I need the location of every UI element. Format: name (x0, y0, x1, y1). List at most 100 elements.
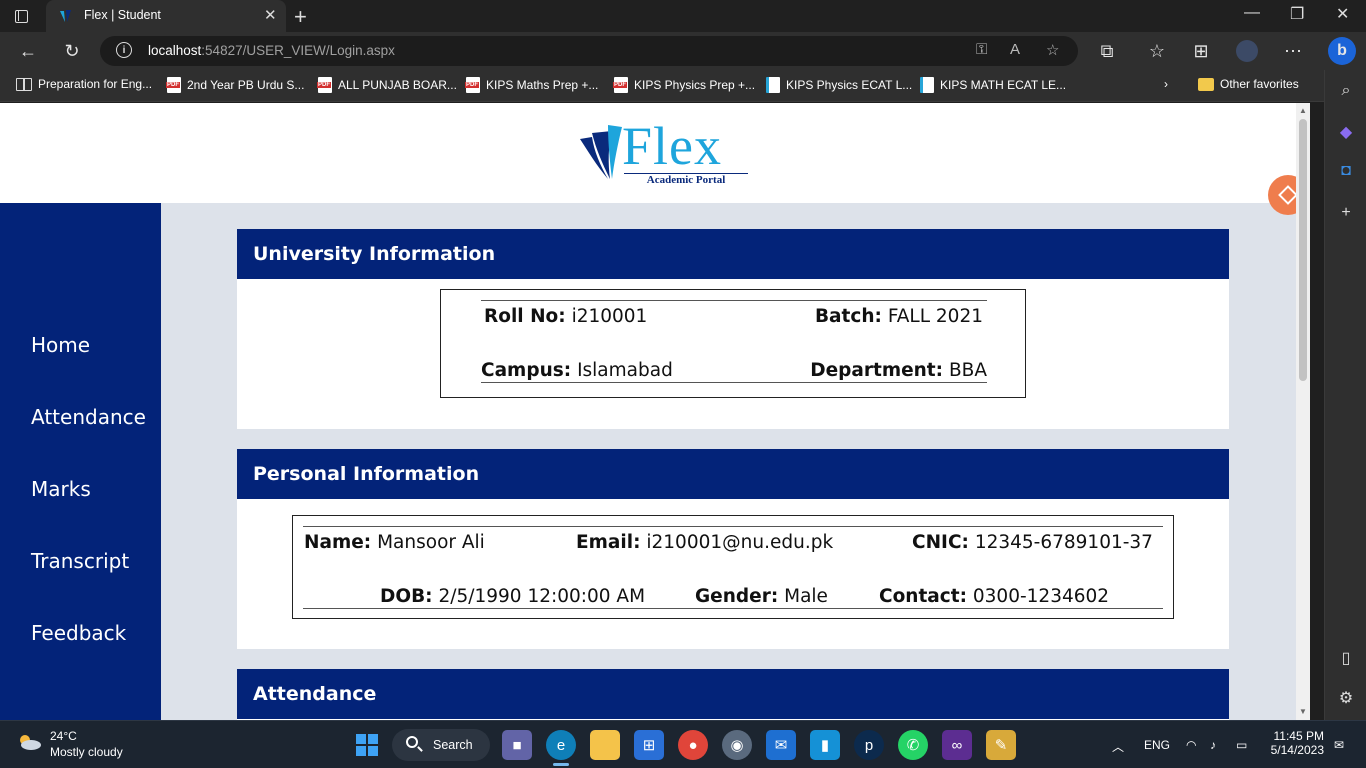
personal-info-heading: Personal Information (237, 449, 1229, 499)
doc-icon (920, 77, 934, 93)
email-field: Email: i210001@nu.edu.pk (576, 532, 834, 553)
divider (303, 526, 1163, 527)
favorites-bar: Preparation for Eng... 2nd Year PB Urdu … (0, 70, 1366, 102)
favorite-item[interactable]: 2nd Year PB Urdu S... (166, 77, 304, 93)
whatsapp-icon[interactable]: ✆ (898, 730, 928, 760)
flex-logo[interactable]: Flex Academic Portal (578, 116, 758, 189)
collections-icon[interactable]: ⊞ (1190, 40, 1212, 62)
nav-marks[interactable]: Marks (31, 477, 91, 501)
favorite-item[interactable]: Preparation for Eng... (16, 77, 152, 91)
pdf-icon (613, 77, 628, 93)
add-favorite-icon[interactable]: ☆ (1046, 41, 1059, 59)
tray-chevron-icon[interactable]: ︿ (1112, 738, 1124, 755)
restore-icon[interactable]: ❐ (1290, 4, 1304, 24)
campus-field: Campus: Islamabad (481, 360, 673, 381)
profile-avatar[interactable] (1236, 40, 1258, 62)
pdf-icon (166, 77, 181, 93)
logo-tagline: Academic Portal (624, 173, 748, 186)
favorite-item[interactable]: KIPS Maths Prep +... (465, 77, 598, 93)
browser-tab[interactable]: Flex | Student ✕ (46, 0, 286, 32)
more-options-icon[interactable]: ⋯ (1282, 40, 1304, 62)
media-player-icon[interactable]: ◉ (722, 730, 752, 760)
flex-logo-mark-icon (580, 125, 622, 179)
sidebar-add-icon[interactable]: + (1325, 204, 1366, 222)
notification-icon[interactable]: ✉ (1334, 738, 1344, 752)
battery-icon[interactable]: ▭ (1236, 738, 1247, 752)
wifi-icon[interactable]: ◠ (1186, 738, 1196, 752)
mail-icon[interactable]: ✉ (766, 730, 796, 760)
other-favorites[interactable]: Other favorites (1198, 77, 1299, 91)
batch-field: Batch: FALL 2021 (814, 306, 983, 327)
language-indicator[interactable]: ENG (1144, 738, 1170, 752)
flex-favicon-icon (60, 10, 71, 22)
edge-icon[interactable]: e (546, 730, 576, 760)
system-clock[interactable]: 11:45 PM 5/14/2023 (1262, 729, 1324, 757)
key-icon[interactable]: ⚿ (976, 41, 987, 58)
page-scrollbar[interactable]: ▲ ▼ (1296, 103, 1310, 720)
extensions-icon[interactable]: ⧉ (1096, 40, 1118, 62)
teams-icon[interactable]: ■ (502, 730, 532, 760)
file-explorer-icon[interactable] (590, 730, 620, 760)
nav-home[interactable]: Home (31, 333, 90, 357)
favorites-overflow-chevron-icon[interactable]: › (1164, 77, 1168, 91)
bing-chat-icon[interactable]: b (1328, 37, 1356, 65)
nav-feedback[interactable]: Feedback (31, 621, 126, 645)
windows-taskbar: 24°C Mostly cloudy Search ■ e ⊞ ● ◉ ✉ ▮ … (0, 720, 1366, 768)
nav-attendance[interactable]: Attendance (31, 405, 146, 429)
desktop-app-icon[interactable]: ▮ (810, 730, 840, 760)
sidebar-copilot-icon[interactable]: ◆ (1325, 122, 1366, 142)
temperature: 24°C (50, 729, 77, 743)
cloud-sun-icon (20, 735, 41, 750)
scrollbar-thumb[interactable] (1299, 119, 1307, 381)
new-tab-icon[interactable]: + (294, 4, 307, 30)
refresh-icon[interactable]: ↻ (61, 40, 83, 62)
divider (481, 300, 987, 301)
read-aloud-icon[interactable]: A (1010, 41, 1020, 58)
sidebar-outlook-icon[interactable]: ◘ (1325, 162, 1366, 180)
sidebar-search-icon[interactable]: ⌕ (1325, 82, 1366, 100)
browser-toolbar: ← ↻ i localhost:54827/USER_VIEW/Login.as… (0, 32, 1366, 70)
browser-tab-bar: Flex | Student ✕ + — ❐ ✕ (0, 0, 1366, 32)
search-icon (406, 736, 418, 748)
favorite-item[interactable]: KIPS MATH ECAT LE... (920, 77, 1066, 93)
back-icon[interactable]: ← (17, 40, 39, 62)
active-app-indicator (553, 763, 569, 766)
nav-transcript[interactable]: Transcript (31, 549, 129, 573)
sticky-app-icon[interactable]: p (854, 730, 884, 760)
tools-app-icon[interactable]: ✎ (986, 730, 1016, 760)
window-close-icon[interactable]: ✕ (1336, 4, 1349, 24)
sidebar-settings-icon[interactable]: ⚙ (1325, 688, 1366, 708)
floating-action-button[interactable] (1268, 175, 1296, 215)
site-header: Flex Academic Portal (0, 103, 1296, 203)
scroll-down-icon[interactable]: ▼ (1299, 707, 1307, 716)
taskbar-search[interactable]: Search (392, 729, 490, 761)
cnic-field: CNIC: 12345-6789101-37 (912, 532, 1153, 553)
contact-field: Contact: 0300-1234602 (879, 586, 1110, 607)
clock-time: 11:45 PM (1273, 729, 1324, 743)
visual-studio-icon[interactable]: ∞ (942, 730, 972, 760)
scroll-up-icon[interactable]: ▲ (1299, 106, 1307, 115)
personal-info-card: Personal Information Name: Mansoor Ali E… (237, 449, 1229, 649)
sidebar-toggle-icon[interactable]: ▯ (1325, 648, 1366, 668)
store-icon[interactable]: ⊞ (634, 730, 664, 760)
start-windows-icon[interactable] (352, 730, 382, 760)
favorite-item[interactable]: ALL PUNJAB BOAR... (317, 77, 457, 93)
university-info-card: University Information Roll No: i210001 … (237, 229, 1229, 429)
tab-close-icon[interactable]: ✕ (264, 6, 277, 24)
folder-icon (1198, 77, 1214, 91)
favorite-item[interactable]: KIPS Physics Prep +... (613, 77, 755, 93)
attendance-heading: Attendance (237, 669, 1229, 719)
address-bar[interactable]: i localhost:54827/USER_VIEW/Login.aspx ⚿… (100, 36, 1078, 66)
pdf-icon (317, 77, 332, 93)
chrome-icon[interactable]: ● (678, 730, 708, 760)
favorites-icon[interactable]: ☆ (1146, 40, 1168, 62)
site-info-icon[interactable]: i (116, 42, 132, 58)
university-info-box: Roll No: i210001 Batch: FALL 2021 Campus… (440, 289, 1026, 398)
favorite-item[interactable]: KIPS Physics ECAT L... (766, 77, 912, 93)
volume-icon[interactable]: ♪ (1210, 738, 1216, 752)
attendance-card: Attendance (237, 669, 1229, 720)
minimize-icon[interactable]: — (1244, 4, 1260, 22)
side-navigation: Home Attendance Marks Transcript Feedbac… (0, 203, 161, 720)
url-text[interactable]: localhost:54827/USER_VIEW/Login.aspx (148, 43, 395, 58)
tab-actions-icon[interactable] (12, 7, 30, 25)
